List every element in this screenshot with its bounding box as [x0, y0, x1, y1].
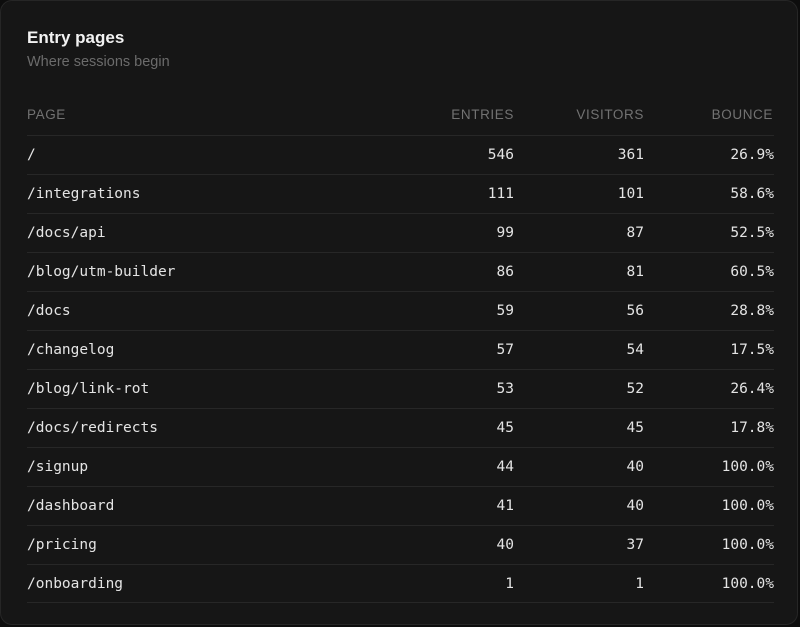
table-row: /docs 59 56 28.8% — [27, 291, 774, 330]
page-path-cell: /docs/redirects — [27, 420, 158, 436]
page-path-cell: /onboarding — [27, 576, 124, 592]
page-path-cell: /changelog — [27, 342, 115, 358]
bounce-rate-cell: 52.5% — [730, 225, 774, 241]
entries-cell: 546 — [487, 147, 514, 163]
card-subtitle: Where sessions begin — [27, 54, 170, 70]
visitors-cell: 40 — [626, 498, 644, 514]
bounce-rate-cell: 17.5% — [730, 342, 774, 358]
entries-cell: 59 — [496, 303, 514, 319]
entries-cell: 53 — [496, 381, 514, 397]
table-row: /docs/api 99 87 52.5% — [27, 213, 774, 252]
card-title: Entry pages — [27, 28, 125, 47]
entries-cell: 57 — [496, 342, 514, 358]
table-row: /onboarding 1 1 100.0% — [27, 564, 774, 603]
visitors-cell: 54 — [626, 342, 644, 358]
bounce-rate-cell: 26.9% — [730, 147, 774, 163]
page-path-cell: /dashboard — [27, 498, 115, 514]
table-header-row: PAGE ENTRIES VISITORS BOUNCE — [27, 97, 774, 135]
bounce-rate-cell: 28.8% — [730, 303, 774, 319]
visitors-cell: 101 — [617, 186, 644, 202]
page-path-cell: / — [27, 147, 36, 163]
page-path-cell: /pricing — [27, 537, 97, 553]
visitors-cell: 87 — [626, 225, 644, 241]
bounce-rate-cell: 58.6% — [730, 186, 774, 202]
page-path-cell: /blog/utm-builder — [27, 264, 176, 280]
table-row: /blog/link-rot 53 52 26.4% — [27, 369, 774, 408]
page-path-cell: /docs — [27, 303, 71, 319]
entries-cell: 111 — [487, 186, 514, 202]
page-path-cell: /blog/link-rot — [27, 381, 150, 397]
bounce-rate-cell: 100.0% — [721, 576, 774, 592]
page-path-cell: /docs/api — [27, 225, 106, 241]
column-header-entries: ENTRIES — [451, 107, 514, 122]
visitors-cell: 37 — [626, 537, 644, 553]
entries-cell: 40 — [496, 537, 514, 553]
page-path-cell: /signup — [27, 459, 89, 475]
visitors-cell: 45 — [626, 420, 644, 436]
visitors-cell: 81 — [626, 264, 644, 280]
table-row: /pricing 40 37 100.0% — [27, 525, 774, 564]
table-row: /docs/redirects 45 45 17.8% — [27, 408, 774, 447]
table-row: /signup 44 40 100.0% — [27, 447, 774, 486]
page-path-cell: /integrations — [27, 186, 141, 202]
entries-cell: 99 — [496, 225, 514, 241]
entries-cell: 86 — [496, 264, 514, 280]
table-row: / 546 361 26.9% — [27, 135, 774, 174]
bounce-rate-cell: 17.8% — [730, 420, 774, 436]
table-row: /dashboard 41 40 100.0% — [27, 486, 774, 525]
table-row: /integrations 111 101 58.6% — [27, 174, 774, 213]
entry-pages-card: Entry pages Where sessions begin PAGE EN… — [0, 0, 798, 625]
bounce-rate-cell: 100.0% — [721, 459, 774, 475]
table-row: /blog/utm-builder 86 81 60.5% — [27, 252, 774, 291]
entries-cell: 41 — [496, 498, 514, 514]
bounce-rate-cell: 100.0% — [721, 498, 774, 514]
table-body: / 546 361 26.9% /integrations 111 101 58.6% /doc… — [27, 135, 774, 603]
entry-pages-table: PAGE ENTRIES VISITORS BOUNCE / 546 361 26.9… — [27, 97, 774, 603]
bounce-rate-cell: 60.5% — [730, 264, 774, 280]
bounce-rate-cell: 26.4% — [730, 381, 774, 397]
entries-cell: 45 — [496, 420, 514, 436]
entries-cell: 1 — [505, 576, 514, 592]
visitors-cell: 361 — [617, 147, 644, 163]
entries-cell: 44 — [496, 459, 514, 475]
table-row: /changelog 57 54 17.5% — [27, 330, 774, 369]
visitors-cell: 1 — [635, 576, 644, 592]
column-header-page: PAGE — [27, 107, 66, 122]
bounce-rate-cell: 100.0% — [721, 537, 774, 553]
column-header-visitors: VISITORS — [576, 107, 644, 122]
visitors-cell: 56 — [626, 303, 644, 319]
column-header-bounce: BOUNCE — [711, 107, 773, 122]
visitors-cell: 52 — [626, 381, 644, 397]
visitors-cell: 40 — [626, 459, 644, 475]
